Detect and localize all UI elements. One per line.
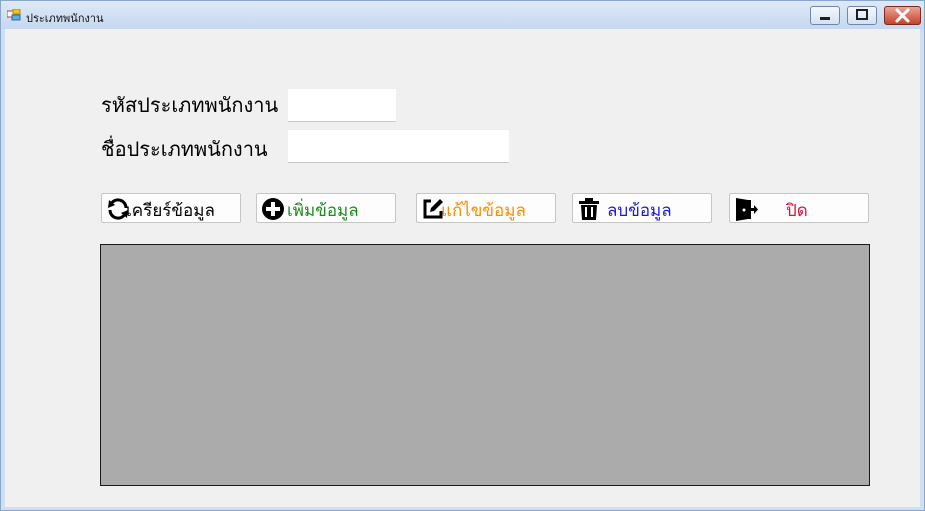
close-window-button[interactable] <box>884 6 921 25</box>
edit-button[interactable]: แก้ไขข้อมูล <box>416 193 556 223</box>
maximize-icon <box>856 9 868 20</box>
clear-button[interactable]: เครียร์ข้อมูล <box>101 193 241 223</box>
trash-icon <box>579 198 599 220</box>
close-icon <box>895 8 910 23</box>
app-icon <box>7 9 21 21</box>
name-label: ชื่อประเภทพนักงาน <box>101 137 268 161</box>
close-button-label: ปิด <box>786 201 808 221</box>
form-body: รหัสประเภทพนักงาน ชื่อประเภทพนักงาน เครี… <box>5 29 920 507</box>
add-button-label: เพิ่มข้อมูล <box>287 201 359 221</box>
data-grid[interactable] <box>100 244 870 486</box>
app-window: ประเภทพนักงาน รหัสประเภทพนักงาน ชื่อประเ… <box>0 0 925 511</box>
plus-circle-icon <box>262 198 284 220</box>
maximize-button[interactable] <box>847 6 877 25</box>
edit-button-label: แก้ไขข้อมูล <box>441 201 526 221</box>
minimize-button[interactable] <box>810 6 840 25</box>
name-input[interactable] <box>288 130 509 163</box>
title-bar[interactable]: ประเภทพนักงาน <box>1 1 924 29</box>
code-label: รหัสประเภทพนักงาน <box>101 93 279 117</box>
add-button[interactable]: เพิ่มข้อมูล <box>256 193 396 223</box>
window-title: ประเภทพนักงาน <box>26 12 104 25</box>
exit-icon <box>736 198 758 221</box>
code-input[interactable] <box>288 89 396 122</box>
delete-button-label: ลบข้อมูล <box>607 201 672 221</box>
close-button[interactable]: ปิด <box>729 193 869 223</box>
clear-button-label: เครียร์ข้อมูล <box>126 201 215 221</box>
delete-button[interactable]: ลบข้อมูล <box>572 193 712 223</box>
minimize-icon <box>820 17 830 20</box>
